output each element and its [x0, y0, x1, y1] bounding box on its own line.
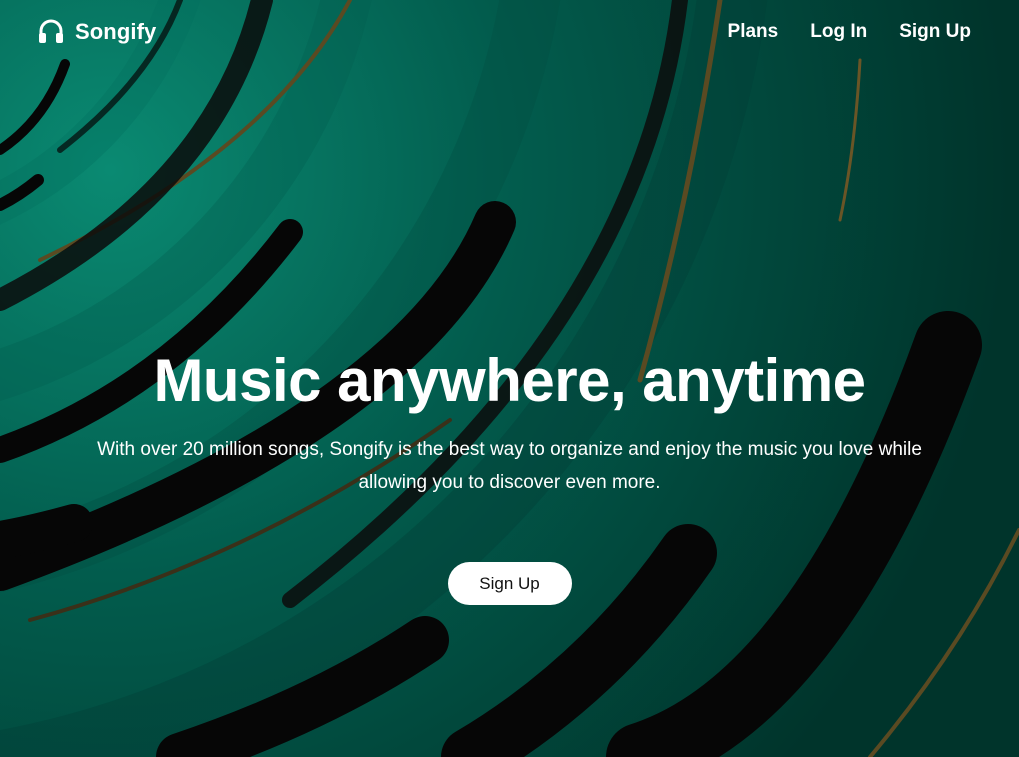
top-navbar: Songify Plans Log In Sign Up [0, 0, 1019, 66]
nav-links: Plans Log In Sign Up [696, 21, 971, 43]
hero-section: Music anywhere, anytime With over 20 mil… [0, 340, 1019, 605]
landing-page: Songify Plans Log In Sign Up Music anywh… [0, 0, 1019, 757]
nav-link-log-in[interactable]: Log In [810, 21, 867, 43]
nav-link-plans[interactable]: Plans [728, 21, 779, 43]
brand-name: Songify [75, 19, 157, 44]
brand-logo[interactable]: Songify [37, 18, 156, 46]
hero-title: Music anywhere, anytime [153, 347, 866, 414]
sign-up-button[interactable]: Sign Up [447, 562, 572, 605]
nav-link-sign-up[interactable]: Sign Up [899, 21, 971, 43]
headphones-icon [39, 19, 63, 43]
hero-subtitle: With over 20 million songs, Songify is t… [97, 439, 922, 493]
